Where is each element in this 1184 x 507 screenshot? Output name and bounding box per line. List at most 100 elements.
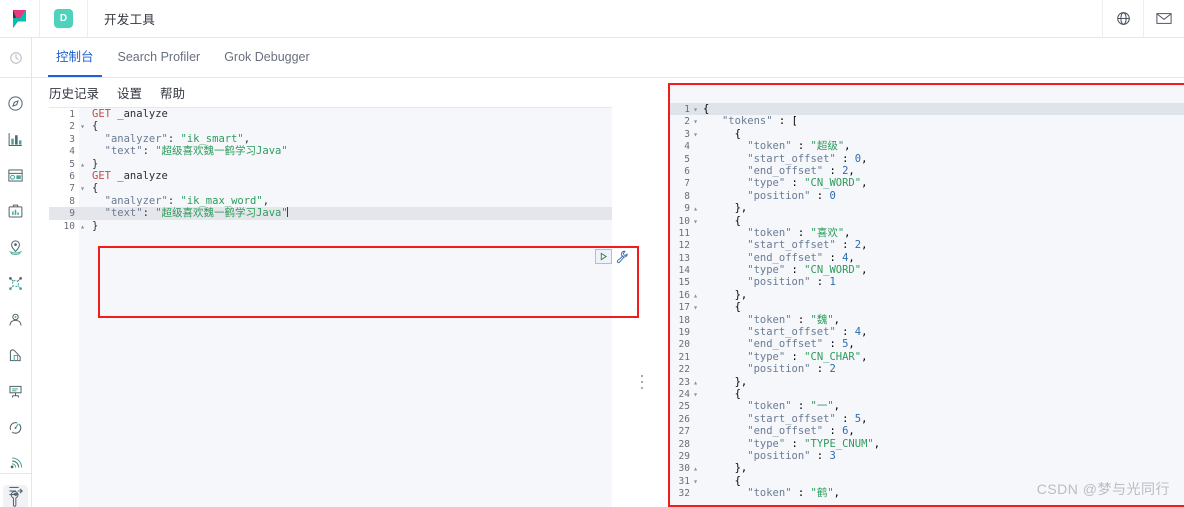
collapse-nav-button[interactable] <box>0 473 31 507</box>
editor-line[interactable]: 8 "analyzer": "ik_max_word", <box>49 195 612 207</box>
code-token: : <box>167 194 181 207</box>
code-token: "ik_smart" <box>180 132 244 145</box>
compass-icon <box>8 95 23 111</box>
response-line-text: "token" : "鹤", <box>747 487 840 500</box>
editor-line[interactable]: 4 "text": "超级喜欢魏一鹤学习Java" <box>49 145 612 157</box>
user-ml-icon <box>9 313 22 325</box>
editor-line-text: GET _analyze <box>86 170 168 182</box>
menu-help[interactable]: 帮助 <box>160 83 185 102</box>
response-line-text: "type" : "CN_CHAR", <box>747 350 868 363</box>
response-line-text: "start_offset" : 4, <box>747 326 868 339</box>
editor-line[interactable]: 9 "text": "超级喜欢魏一鹤学习Java" <box>49 207 612 220</box>
tab-console[interactable]: 控制台 <box>44 38 106 77</box>
code-token: { <box>92 182 99 195</box>
response-line-text: "type" : "CN_WORD", <box>747 264 868 277</box>
editor-line-text: "analyzer": "ik_max_word", <box>86 195 269 207</box>
response-line: 27 "end_offset" : 6, <box>670 425 1184 437</box>
tab-grok-debugger[interactable]: Grok Debugger <box>212 38 321 77</box>
response-panel[interactable]: 1 ▾{2 ▾ "tokens" : [3 ▾ {4 "token" : "超级", 5… <box>668 83 1184 507</box>
editor-line-text: } <box>86 220 98 232</box>
response-line: 21 "type" : "CN_CHAR", <box>670 351 1184 363</box>
kibana-logo-button[interactable] <box>0 0 40 38</box>
code-token: , <box>243 132 251 145</box>
code-token: , <box>262 194 270 207</box>
sidebar-item-discover[interactable] <box>0 88 31 118</box>
fold-toggle-icon[interactable]: ▴ <box>79 221 86 233</box>
response-line-text: }, <box>703 288 748 301</box>
response-line: 4 "token" : "超级", <box>670 140 1184 152</box>
editor-line[interactable]: 5 ▴} <box>49 158 612 170</box>
response-line-text: "end_offset" : 4, <box>747 251 855 264</box>
response-line: 28 "type" : "TYPE_CNUM", <box>670 438 1184 450</box>
code-token: { <box>92 120 99 133</box>
response-line-text: "start_offset" : 0, <box>747 152 868 165</box>
request-editor[interactable]: 1 GET _analyze 2 ▾{3 "analyzer": "ik_smart"… <box>49 107 612 507</box>
editor-line[interactable]: 6 GET _analyze <box>49 170 612 182</box>
space-selector-button[interactable]: D <box>40 0 88 38</box>
editor-line[interactable]: 3 "analyzer": "ik_smart", <box>49 133 612 145</box>
editor-line-text: "analyzer": "ik_smart", <box>86 133 250 145</box>
menu-history[interactable]: 历史记录 <box>49 83 99 102</box>
sidebar-item-graph[interactable] <box>0 268 31 298</box>
response-line: 24 ▾ { <box>670 388 1184 400</box>
response-line: 26 "start_offset" : 5, <box>670 413 1184 425</box>
response-line-text: "position" : 2 <box>747 363 836 376</box>
globe-button[interactable] <box>1102 0 1143 38</box>
editor-code-area[interactable]: 1 GET _analyze 2 ▾{3 "analyzer": "ik_smart"… <box>49 108 612 232</box>
mail-button[interactable] <box>1143 0 1184 38</box>
sidebar-item-logs[interactable] <box>0 376 31 406</box>
editor-line[interactable]: 1 GET _analyze <box>49 108 612 120</box>
response-line-text: "type" : "TYPE_CNUM", <box>747 437 881 450</box>
console-menu-bar: 历史记录 设置 帮助 <box>32 78 203 106</box>
response-line-text: "position" : 1 <box>747 276 836 289</box>
editor-line-text: { <box>86 120 98 132</box>
tab-search-profiler[interactable]: Search Profiler <box>106 38 213 77</box>
editor-line-number: 10 <box>63 220 75 232</box>
recently-viewed-button[interactable] <box>0 38 31 78</box>
editor-line-text: GET _analyze <box>86 108 168 120</box>
response-line-number: 32 <box>678 488 690 500</box>
code-token: : <box>142 145 156 158</box>
editor-line[interactable]: 7 ▾{ <box>49 182 612 194</box>
response-line: 15 "position" : 1 <box>670 276 1184 288</box>
sidebar-item-canvas[interactable] <box>0 196 31 226</box>
response-line: 11 "token" : "喜欢", <box>670 227 1184 239</box>
infra-icon <box>9 348 21 361</box>
response-line: 29 "position" : 3 <box>670 450 1184 462</box>
wrench-icon[interactable] <box>615 250 629 264</box>
response-line-text: "end_offset" : 6, <box>747 425 855 438</box>
code-token: "analyzer" <box>92 132 168 145</box>
response-line: 20 "end_offset" : 5, <box>670 338 1184 350</box>
response-line-text: "tokens" : [ <box>721 115 798 128</box>
response-code-area[interactable]: 1 ▾{2 ▾ "tokens" : [3 ▾ {4 "token" : "超级", 5… <box>670 85 1184 505</box>
sidebar-item-apm[interactable] <box>0 412 31 442</box>
response-line-text: { <box>703 474 741 487</box>
code-token: : <box>142 207 156 220</box>
response-line-text: }, <box>703 202 748 215</box>
response-line-text: "token" : "一", <box>747 400 840 413</box>
code-token: } <box>92 157 99 170</box>
apm-icon <box>9 421 22 434</box>
response-line: 17 ▾ { <box>670 301 1184 313</box>
response-line: 23 ▴ }, <box>670 376 1184 388</box>
sidebar-item-infrastructure[interactable] <box>0 340 31 370</box>
response-line-text: { <box>703 127 741 140</box>
run-request-button[interactable] <box>595 249 612 264</box>
menu-settings[interactable]: 设置 <box>117 83 142 102</box>
response-line: 30 ▴ }, <box>670 462 1184 474</box>
sidebar-item-visualize[interactable] <box>0 124 31 154</box>
response-line: 14 "type" : "CN_WORD", <box>670 264 1184 276</box>
response-line-text: "start_offset" : 2, <box>747 239 868 252</box>
logs-icon <box>9 385 22 397</box>
response-line: 1 ▾{ <box>670 103 1184 116</box>
sidebar-item-dashboard[interactable] <box>0 160 31 190</box>
sidebar-item-machine-learning[interactable] <box>0 304 31 334</box>
editor-line[interactable]: 10 ▴} <box>49 220 612 232</box>
space-badge: D <box>54 9 73 28</box>
drag-dot <box>641 375 643 377</box>
sidebar-item-maps[interactable] <box>0 232 31 262</box>
code-token: "text" <box>92 145 143 158</box>
panel-resize-handle[interactable] <box>639 375 645 389</box>
editor-line[interactable]: 2 ▾{ <box>49 120 612 132</box>
editor-line-text: "text": "超级喜欢魏一鹤学习Java" <box>86 145 288 157</box>
